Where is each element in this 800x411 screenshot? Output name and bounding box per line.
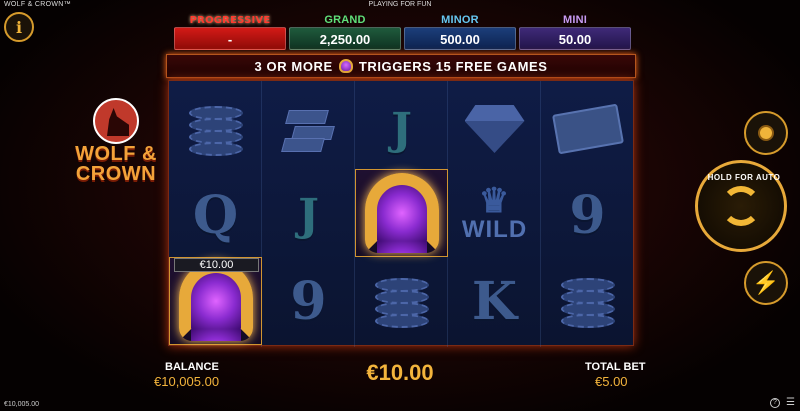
banner-right-text: TRIGGERS 15 FREE GAMES bbox=[358, 58, 548, 74]
wolf-icon bbox=[93, 98, 139, 144]
symbol-9: 9 bbox=[262, 257, 355, 345]
jackpot-label: GRAND bbox=[324, 14, 366, 26]
footer-balance: €10,005.00 bbox=[4, 401, 40, 408]
symbol-9: 9 bbox=[541, 171, 634, 259]
jackpot-minor: MINOR 500.00 bbox=[404, 14, 516, 50]
spin-button[interactable]: HOLD FOR AUTO bbox=[695, 160, 787, 252]
symbol-k: K bbox=[448, 257, 541, 345]
reel-grid: Q €10.00 J 9 J ♛ WILD K 9 bbox=[168, 80, 634, 347]
jackpot-grand: GRAND 2,250.00 bbox=[289, 14, 401, 50]
play-mode-label: PLAYING FOR FUN bbox=[368, 1, 432, 8]
jackpot-value: 2,250.00 bbox=[289, 27, 401, 50]
horseshoe-icon bbox=[364, 173, 439, 253]
jackpot-value: 500.00 bbox=[404, 27, 516, 50]
j-icon: J bbox=[298, 189, 319, 241]
jackpot-label: MINOR bbox=[441, 14, 479, 26]
symbol-horseshoe bbox=[355, 169, 448, 257]
q-icon: Q bbox=[192, 184, 239, 246]
crown-icon: ♛ bbox=[478, 182, 511, 220]
nine-icon: 9 bbox=[569, 184, 606, 246]
symbol-chips bbox=[355, 257, 448, 345]
game-stage: WOLF & CROWN™ PLAYING FOR FUN i PROGRESS… bbox=[0, 0, 800, 411]
diamond-icon bbox=[464, 105, 525, 153]
horseshoe-icon bbox=[338, 59, 353, 73]
banner-left-text: 3 OR MORE bbox=[254, 58, 333, 74]
horseshoe-icon bbox=[178, 261, 253, 341]
chips-icon bbox=[557, 270, 619, 332]
symbol-q: Q bbox=[169, 171, 262, 259]
reel-5: 9 bbox=[541, 81, 634, 347]
symbol-horseshoe: €10.00 bbox=[169, 257, 262, 345]
total-bet-label: TOTAL BET bbox=[585, 361, 646, 373]
spin-arrows-icon bbox=[721, 186, 761, 226]
gold-bars-icon bbox=[279, 104, 339, 154]
total-bet-value[interactable]: €5.00 bbox=[595, 374, 628, 389]
wild-label: WILD bbox=[461, 216, 528, 243]
k-icon: K bbox=[471, 270, 518, 332]
symbol-cash bbox=[541, 85, 634, 173]
coin-value-tag: €10.00 bbox=[174, 258, 259, 272]
jackpot-progressive: PROGRESSIVE - bbox=[174, 14, 286, 50]
jackpot-value: - bbox=[174, 27, 286, 50]
free-games-banner: 3 OR MORE TRIGGERS 15 FREE GAMES bbox=[166, 54, 636, 78]
jackpot-mini: MINI 50.00 bbox=[519, 14, 631, 50]
bet-settings-button[interactable] bbox=[744, 111, 788, 155]
reel-2: J 9 bbox=[262, 81, 355, 347]
chips-icon bbox=[371, 270, 433, 332]
symbol-gold-bars bbox=[262, 85, 355, 173]
help-icon[interactable]: ? bbox=[770, 398, 780, 408]
turbo-button[interactable]: ⚡ bbox=[744, 261, 788, 305]
nine-icon: 9 bbox=[290, 270, 327, 332]
symbol-wild: ♛ WILD bbox=[448, 171, 541, 259]
win-amount: €10.00 bbox=[366, 360, 434, 385]
symbol-chips bbox=[541, 257, 634, 345]
logo-line1: WOLF & bbox=[75, 143, 157, 165]
reel-1: Q €10.00 bbox=[169, 81, 262, 347]
jackpot-label: MINI bbox=[562, 14, 588, 26]
info-icon: i bbox=[15, 17, 23, 37]
reel-4: ♛ WILD K bbox=[448, 81, 541, 347]
lightning-icon: ⚡ bbox=[752, 270, 780, 295]
jackpot-value: 50.00 bbox=[519, 27, 631, 50]
jackpot-label: PROGRESSIVE bbox=[189, 15, 271, 26]
symbol-chips bbox=[169, 85, 262, 173]
hold-for-auto-label: HOLD FOR AUTO bbox=[707, 173, 781, 182]
settings-icon[interactable]: ☰ bbox=[786, 398, 795, 408]
symbol-diamond bbox=[448, 85, 541, 173]
chips-icon bbox=[185, 98, 247, 160]
coins-icon bbox=[758, 125, 774, 141]
cash-icon bbox=[551, 103, 624, 155]
reel-3: J bbox=[355, 81, 448, 347]
logo-line2: CROWN bbox=[75, 163, 157, 185]
j-icon: J bbox=[391, 103, 412, 155]
game-logo: WOLF & CROWN bbox=[66, 98, 166, 184]
symbol-j: J bbox=[355, 85, 448, 173]
info-button[interactable]: i bbox=[4, 12, 34, 42]
symbol-j: J bbox=[262, 171, 355, 259]
